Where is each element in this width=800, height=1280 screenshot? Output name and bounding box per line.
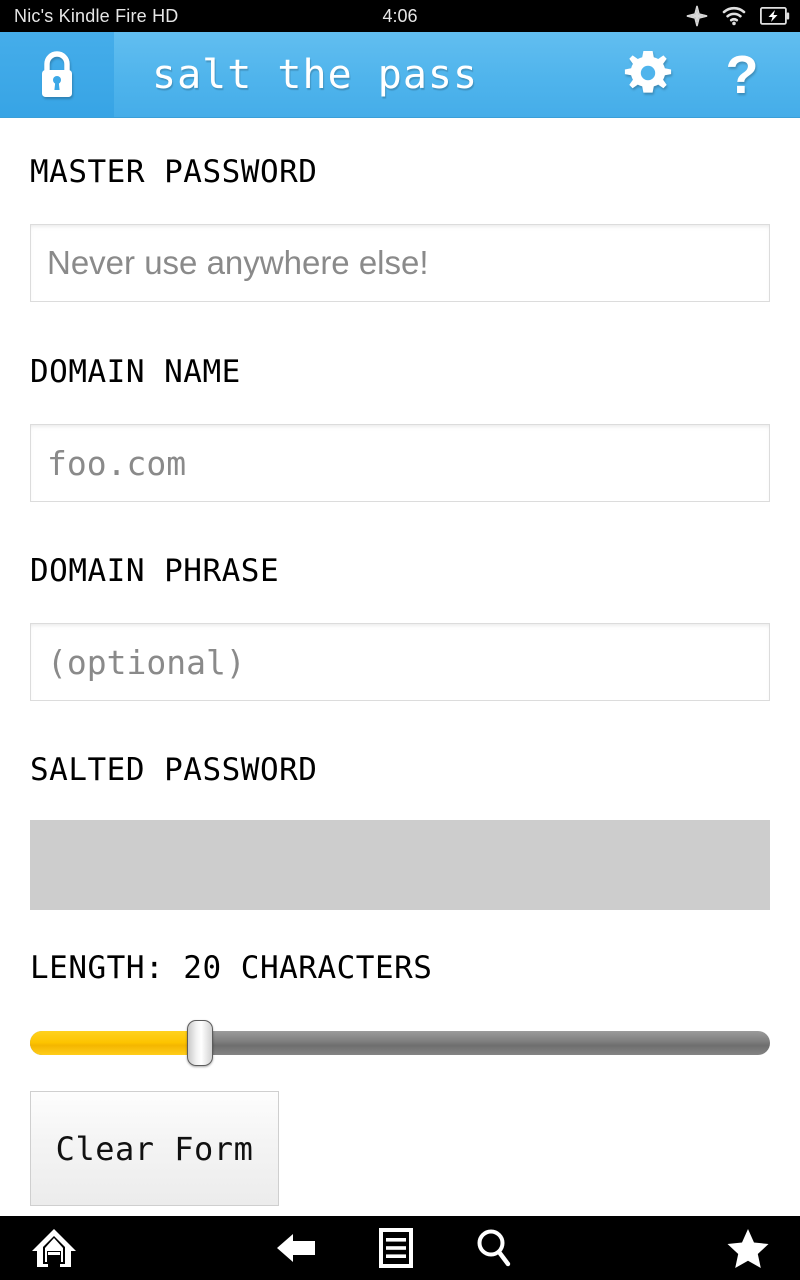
- menu-icon[interactable]: [379, 1228, 413, 1268]
- battery-charging-icon: [760, 7, 790, 25]
- status-clock: 4:06: [382, 5, 418, 26]
- home-icon[interactable]: [30, 1226, 78, 1270]
- search-icon[interactable]: [475, 1228, 513, 1268]
- domain-name-placeholder: foo.com: [47, 443, 187, 483]
- domain-phrase-placeholder: (optional): [47, 642, 246, 682]
- question-mark-icon[interactable]: ?: [722, 48, 762, 102]
- back-arrow-icon[interactable]: [275, 1230, 317, 1266]
- clear-form-button[interactable]: Clear Form: [30, 1091, 279, 1206]
- status-device-name: Nic's Kindle Fire HD: [14, 5, 179, 26]
- nav-center-group: [275, 1228, 513, 1268]
- location-icon: [686, 5, 708, 27]
- domain-name-input[interactable]: foo.com: [30, 424, 770, 502]
- slider-thumb[interactable]: [187, 1020, 213, 1066]
- lock-button[interactable]: [0, 32, 114, 117]
- system-nav-bar: [0, 1216, 800, 1280]
- app-title: salt the pass: [152, 51, 479, 98]
- salted-password-output[interactable]: [30, 820, 770, 910]
- status-bar: Nic's Kindle Fire HD 4:06: [0, 0, 800, 32]
- lock-icon: [35, 49, 79, 101]
- domain-phrase-input[interactable]: (optional): [30, 623, 770, 701]
- status-icon-group: [686, 5, 790, 27]
- svg-text:?: ?: [726, 48, 759, 102]
- master-password-label: MASTER PASSWORD: [30, 154, 318, 190]
- master-password-input[interactable]: Never use anywhere else!: [30, 224, 770, 302]
- main-content: MASTER PASSWORD Never use anywhere else!…: [0, 118, 800, 1216]
- master-password-placeholder: Never use anywhere else!: [47, 244, 429, 281]
- star-icon[interactable]: [726, 1227, 770, 1269]
- length-label: LENGTH: 20 CHARACTERS: [30, 950, 433, 986]
- app-bar: salt the pass ?: [0, 32, 800, 118]
- salted-password-label: SALTED PASSWORD: [30, 752, 318, 788]
- length-slider[interactable]: [30, 1020, 770, 1066]
- wifi-icon: [722, 6, 746, 26]
- domain-phrase-label: DOMAIN PHRASE: [30, 553, 280, 589]
- app-bar-actions: ?: [622, 48, 800, 102]
- gear-icon[interactable]: [622, 49, 674, 101]
- slider-fill: [30, 1031, 200, 1055]
- domain-name-label: DOMAIN NAME: [30, 354, 241, 390]
